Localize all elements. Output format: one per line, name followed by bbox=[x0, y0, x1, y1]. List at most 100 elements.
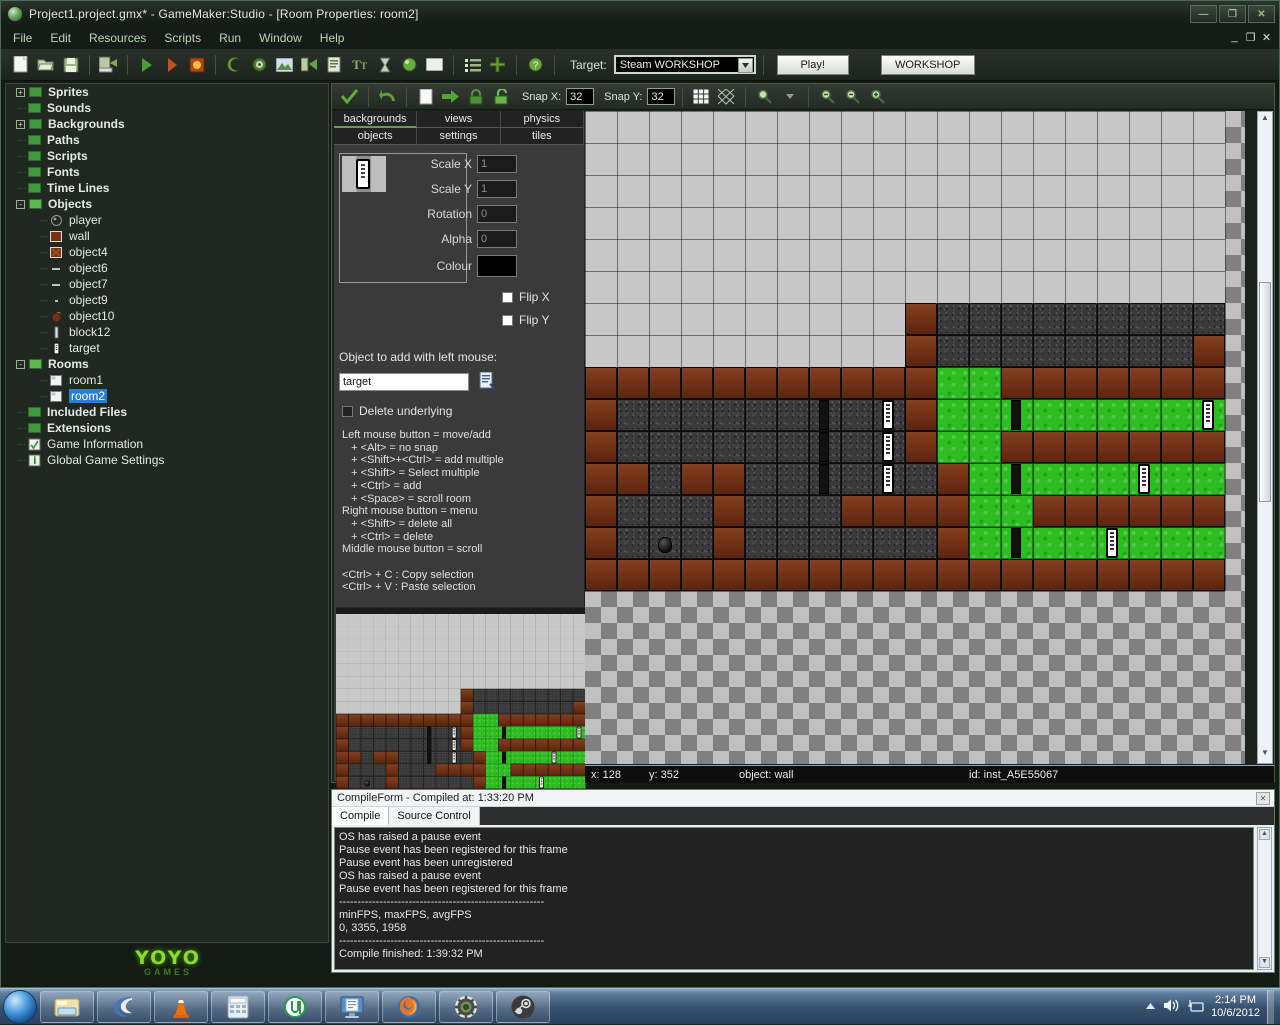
collapse-icon[interactable]: - bbox=[16, 199, 25, 209]
room-tile[interactable] bbox=[809, 367, 841, 399]
taskbar-clover-browser-icon[interactable] bbox=[97, 990, 151, 1023]
room-tile[interactable] bbox=[745, 527, 777, 559]
room-tile[interactable] bbox=[649, 431, 681, 463]
alpha-input[interactable]: 0 bbox=[477, 230, 517, 248]
room-empty-cell[interactable] bbox=[473, 651, 486, 664]
room-tile[interactable] bbox=[435, 738, 449, 752]
tab-settings[interactable]: settings bbox=[417, 128, 501, 145]
room-tile[interactable] bbox=[510, 701, 524, 714]
room-tile[interactable] bbox=[548, 738, 561, 752]
room-tile[interactable] bbox=[1193, 303, 1225, 335]
room-empty-cell[interactable] bbox=[649, 207, 681, 239]
room-empty-cell[interactable] bbox=[398, 688, 411, 702]
room-tile[interactable] bbox=[937, 399, 969, 431]
room-empty-cell[interactable] bbox=[777, 271, 809, 303]
room-empty-cell[interactable] bbox=[1161, 111, 1193, 143]
room-tile[interactable] bbox=[535, 713, 549, 727]
room-tile[interactable] bbox=[1161, 303, 1193, 335]
room-tile[interactable] bbox=[585, 495, 617, 527]
room-empty-cell[interactable] bbox=[348, 626, 361, 639]
room-tile[interactable] bbox=[560, 701, 574, 714]
room-empty-cell[interactable] bbox=[841, 239, 873, 271]
room-tile[interactable] bbox=[348, 738, 361, 752]
ok-check-icon[interactable] bbox=[338, 85, 361, 108]
taskbar-firefox-icon[interactable] bbox=[382, 990, 436, 1023]
zoom-reset-icon[interactable] bbox=[841, 85, 864, 108]
room-empty-cell[interactable] bbox=[410, 651, 424, 664]
room-empty-cell[interactable] bbox=[523, 638, 536, 652]
room-tile[interactable] bbox=[1033, 431, 1065, 463]
room-empty-cell[interactable] bbox=[1033, 271, 1065, 303]
room-tile[interactable] bbox=[1097, 431, 1129, 463]
new-file-icon[interactable] bbox=[9, 53, 32, 76]
tree-item-scripts[interactable]: ⋯ Scripts bbox=[6, 148, 328, 164]
room-empty-cell[interactable] bbox=[473, 676, 486, 689]
tab-source-control[interactable]: Source Control bbox=[389, 807, 480, 825]
room-tile[interactable] bbox=[649, 559, 681, 591]
extension-icon[interactable] bbox=[486, 53, 509, 76]
room-tile[interactable] bbox=[617, 399, 649, 431]
room-tile[interactable] bbox=[385, 776, 399, 789]
room-empty-cell[interactable] bbox=[573, 676, 586, 689]
room-tile[interactable] bbox=[745, 431, 777, 463]
instance-target[interactable] bbox=[1202, 400, 1214, 430]
object-icon[interactable] bbox=[398, 53, 421, 76]
room-empty-cell[interactable] bbox=[348, 676, 361, 689]
room-tile[interactable] bbox=[905, 335, 937, 367]
room-empty-cell[interactable] bbox=[649, 239, 681, 271]
room-empty-cell[interactable] bbox=[681, 239, 713, 271]
room-empty-cell[interactable] bbox=[873, 207, 905, 239]
room-empty-cell[interactable] bbox=[423, 676, 436, 689]
room-icon[interactable] bbox=[423, 53, 446, 76]
room-tile[interactable] bbox=[777, 527, 809, 559]
close-icon[interactable]: ✕ bbox=[1256, 792, 1270, 805]
room-empty-cell[interactable] bbox=[448, 663, 461, 677]
room-empty-cell[interactable] bbox=[1065, 175, 1097, 207]
room-tile[interactable] bbox=[1033, 495, 1065, 527]
room-tile[interactable] bbox=[373, 751, 386, 764]
room-tile[interactable] bbox=[937, 527, 969, 559]
room-empty-cell[interactable] bbox=[585, 111, 617, 143]
room-tile[interactable] bbox=[1161, 367, 1193, 399]
room-empty-cell[interactable] bbox=[460, 614, 474, 627]
tree-item-object6[interactable]: ⋯ object6 bbox=[6, 260, 328, 276]
room-empty-cell[interactable] bbox=[548, 651, 561, 664]
room-empty-cell[interactable] bbox=[1065, 239, 1097, 271]
room-empty-cell[interactable] bbox=[1161, 143, 1193, 175]
menu-file[interactable]: File bbox=[13, 31, 32, 45]
room-tile[interactable] bbox=[473, 763, 486, 777]
room-tile[interactable] bbox=[473, 688, 486, 702]
room-empty-cell[interactable] bbox=[435, 626, 449, 639]
room-tile[interactable] bbox=[435, 776, 449, 789]
room-tile[interactable] bbox=[523, 751, 536, 764]
instance-target[interactable] bbox=[882, 400, 894, 430]
room-tile[interactable] bbox=[560, 738, 574, 752]
instance-player[interactable] bbox=[658, 537, 672, 553]
room-empty-cell[interactable] bbox=[617, 303, 649, 335]
room-tile[interactable] bbox=[969, 335, 1001, 367]
room-empty-cell[interactable] bbox=[905, 239, 937, 271]
room-empty-cell[interactable] bbox=[385, 701, 399, 714]
room-empty-cell[interactable] bbox=[473, 638, 486, 652]
room-tile[interactable] bbox=[1161, 559, 1193, 591]
room-empty-cell[interactable] bbox=[777, 111, 809, 143]
room-empty-cell[interactable] bbox=[969, 143, 1001, 175]
close-button[interactable]: ✕ bbox=[1248, 5, 1275, 23]
room-empty-cell[interactable] bbox=[498, 626, 511, 639]
room-tile[interactable] bbox=[573, 763, 586, 777]
room-tile[interactable] bbox=[498, 763, 511, 777]
room-empty-cell[interactable] bbox=[336, 676, 349, 689]
mdi-restore-button[interactable]: ❐ bbox=[1244, 31, 1257, 44]
room-tile[interactable] bbox=[423, 776, 436, 789]
menu-window[interactable]: Window bbox=[259, 31, 302, 45]
room-empty-cell[interactable] bbox=[398, 651, 411, 664]
room-tile[interactable] bbox=[1097, 559, 1129, 591]
room-empty-cell[interactable] bbox=[360, 626, 374, 639]
help-icon[interactable]: ? bbox=[524, 53, 547, 76]
room-tile[interactable] bbox=[745, 559, 777, 591]
room-empty-cell[interactable] bbox=[1193, 207, 1225, 239]
room-empty-cell[interactable] bbox=[548, 638, 561, 652]
room-tile[interactable] bbox=[1033, 559, 1065, 591]
room-tile[interactable] bbox=[1161, 495, 1193, 527]
room-empty-cell[interactable] bbox=[1065, 143, 1097, 175]
